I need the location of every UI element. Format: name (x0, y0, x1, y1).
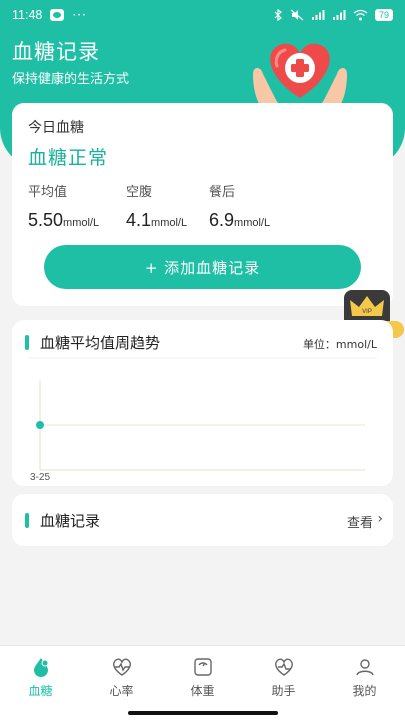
trend-chart: 3-25 (28, 357, 377, 483)
metric-average-label: 平均值 (28, 185, 68, 200)
metric-average: 平均值 5.50mmol/L (28, 181, 99, 231)
profile-icon (355, 659, 374, 676)
glucose-records-card[interactable]: 血糖记录 查看 › (12, 494, 393, 546)
tab-label: 心率 (109, 684, 134, 698)
weekly-trend-card: 血糖平均值周趋势 单位：mmol/L 3-25 (12, 320, 393, 486)
view-records-link[interactable]: 查看 (347, 512, 373, 531)
tab-profile[interactable]: 我的 (324, 656, 405, 699)
tab-label: 血糖 (28, 684, 53, 698)
tab-weight[interactable]: 体重 (162, 656, 243, 699)
bottom-tab-bar: 血糖 心率 体重 助手 我的 (0, 645, 405, 720)
records-title: 血糖记录 (40, 512, 101, 530)
more-notifications-icon: ··· (72, 8, 87, 22)
tab-heart-rate[interactable]: 心率 (81, 656, 162, 699)
today-label: 今日血糖 (28, 120, 84, 136)
tab-blood-glucose[interactable]: 血糖 (0, 656, 81, 699)
page-title: 血糖记录 (12, 40, 100, 64)
signal-icon-1 (311, 10, 325, 20)
tab-label: 助手 (271, 684, 296, 698)
metric-fasting-label: 空腹 (126, 185, 153, 200)
metric-postmeal-label: 餐后 (209, 185, 236, 200)
bluetooth-icon (274, 9, 282, 21)
section-accent-bar (25, 513, 29, 528)
tab-assistant[interactable]: 助手 (243, 656, 324, 699)
tab-label: 我的 (352, 684, 377, 698)
status-time: 11:48 (12, 8, 43, 22)
chevron-right-icon: › (377, 511, 383, 527)
notification-app-icon (50, 9, 65, 21)
home-indicator (128, 711, 278, 715)
blood-drop-icon (33, 658, 48, 677)
metric-average-unit: mmol/L (63, 217, 100, 229)
metric-postmeal-unit: mmol/L (234, 217, 271, 229)
page-subtitle: 保持健康的生活方式 (12, 72, 130, 87)
mute-icon (290, 9, 304, 21)
metric-fasting: 空腹 4.1mmol/L (126, 181, 187, 231)
metric-average-value: 5.50 (28, 210, 64, 230)
assistant-icon (274, 658, 293, 676)
trend-x-tick-label: 3-25 (30, 472, 50, 483)
metric-fasting-value: 4.1 (126, 210, 152, 230)
vip-crown-icon: VIP (344, 290, 390, 324)
trend-data-point (36, 421, 44, 429)
metric-postmeal: 餐后 6.9mmol/L (209, 181, 270, 231)
wifi-icon (353, 9, 368, 21)
vip-badge-text: VIP (362, 309, 372, 315)
heart-rate-icon (112, 658, 131, 676)
tab-label: 体重 (190, 684, 215, 698)
signal-icon-2 (332, 10, 346, 20)
metric-fasting-unit: mmol/L (151, 217, 188, 229)
status-bar: 11:48 ··· 79 (0, 0, 405, 30)
today-glucose-card: 今日血糖 血糖正常 平均值 5.50mmol/L 空腹 4.1mmol/L 餐后… (12, 103, 393, 306)
glucose-status: 血糖正常 (28, 147, 109, 169)
scale-icon (193, 658, 212, 676)
battery-icon: 79 (374, 9, 393, 21)
add-glucose-record-button[interactable]: + 添加血糖记录 (44, 245, 361, 289)
metric-postmeal-value: 6.9 (209, 210, 235, 230)
